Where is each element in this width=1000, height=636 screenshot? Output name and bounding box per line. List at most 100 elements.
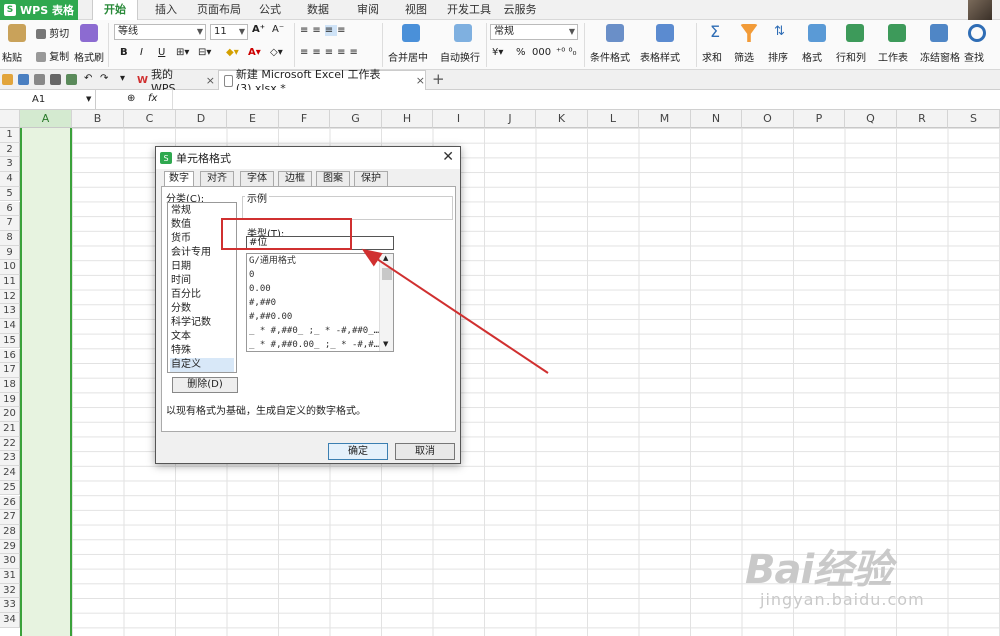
- tab-my-wps[interactable]: W 我的WPS ×: [133, 68, 215, 95]
- tab-number[interactable]: 数字: [164, 171, 194, 187]
- horizontal-align-icons[interactable]: ≡≡≡≡≡: [300, 47, 362, 58]
- redo-icon[interactable]: ↷: [100, 73, 108, 84]
- app-menu-button[interactable]: S WPS 表格: [0, 0, 78, 20]
- currency-icon[interactable]: ¥▾: [492, 47, 503, 58]
- thousands-icon[interactable]: 000: [532, 47, 551, 58]
- list-item[interactable]: 0: [249, 268, 379, 282]
- tab-border[interactable]: 边框: [278, 171, 312, 186]
- list-item[interactable]: 0.00: [249, 282, 379, 296]
- column-header[interactable]: M: [639, 110, 691, 128]
- row-header[interactable]: 22: [0, 436, 20, 452]
- close-icon[interactable]: ×: [206, 74, 215, 87]
- list-item[interactable]: 百分比: [170, 288, 234, 302]
- column-header[interactable]: N: [691, 110, 742, 128]
- column-header[interactable]: K: [536, 110, 588, 128]
- column-header[interactable]: B: [72, 110, 124, 128]
- grow-font-icon[interactable]: A⁺: [252, 24, 265, 35]
- list-item[interactable]: 时间: [170, 274, 234, 288]
- export-icon[interactable]: [34, 74, 45, 85]
- tab-data[interactable]: 数据: [298, 0, 338, 20]
- list-item[interactable]: #,##0: [249, 296, 379, 310]
- name-box[interactable]: A1 ▼: [0, 90, 96, 109]
- row-header[interactable]: 30: [0, 554, 20, 569]
- column-header[interactable]: P: [794, 110, 845, 128]
- column-header[interactable]: F: [279, 110, 330, 128]
- list-item[interactable]: 常规: [170, 204, 234, 218]
- fill-color-icon[interactable]: ◆▾: [226, 47, 239, 58]
- border-icon[interactable]: ⊞▾: [176, 47, 189, 58]
- clear-format-icon[interactable]: ◇▾: [270, 47, 283, 58]
- selected-column-a[interactable]: [20, 128, 72, 636]
- row-header[interactable]: 34: [0, 613, 20, 628]
- row-header[interactable]: 27: [0, 510, 20, 525]
- column-header[interactable]: S: [948, 110, 1000, 128]
- row-header[interactable]: 23: [0, 451, 20, 467]
- column-header[interactable]: R: [897, 110, 948, 128]
- tab-developer[interactable]: 开发工具: [442, 0, 496, 20]
- formula-input[interactable]: [172, 90, 1000, 109]
- tab-insert[interactable]: 插入: [146, 0, 186, 20]
- open-icon[interactable]: [2, 74, 13, 85]
- row-header[interactable]: 17: [0, 363, 20, 378]
- row-header[interactable]: 20: [0, 407, 20, 422]
- shrink-font-icon[interactable]: A⁻: [272, 24, 284, 35]
- tab-protection[interactable]: 保护: [354, 171, 388, 186]
- tab-workbook[interactable]: 新建 Microsoft Excel 工作表 (3).xlsx * ×: [218, 68, 426, 95]
- column-header[interactable]: Q: [845, 110, 897, 128]
- row-header[interactable]: 7: [0, 216, 20, 231]
- fx-icon[interactable]: fx: [148, 93, 157, 104]
- list-item[interactable]: _ * #,##0.00_ ;_ * -#,#…: [249, 338, 379, 351]
- row-header[interactable]: 29: [0, 539, 20, 555]
- list-item-selected[interactable]: 自定义: [170, 358, 234, 372]
- tab-review[interactable]: 审阅: [348, 0, 388, 20]
- italic-button[interactable]: I: [140, 47, 143, 58]
- row-header[interactable]: 4: [0, 172, 20, 187]
- tab-font[interactable]: 字体: [240, 171, 274, 186]
- list-item[interactable]: G/通用格式: [249, 254, 379, 268]
- merge-icon[interactable]: ⊟▾: [198, 47, 211, 58]
- scrollbar[interactable]: ▲ ▼: [379, 254, 393, 351]
- save-icon[interactable]: [18, 74, 29, 85]
- ok-button[interactable]: 确定: [328, 443, 388, 460]
- underline-button[interactable]: U: [158, 47, 165, 58]
- row-header[interactable]: 26: [0, 495, 20, 511]
- column-header[interactable]: L: [588, 110, 639, 128]
- column-header[interactable]: C: [124, 110, 176, 128]
- vertical-align-icons[interactable]: ≡≡≡≡: [300, 25, 350, 36]
- row-header[interactable]: 6: [0, 201, 20, 217]
- column-header[interactable]: A: [20, 110, 72, 128]
- chevron-up-icon[interactable]: ▲: [383, 254, 388, 262]
- list-item[interactable]: 科学记数: [170, 316, 234, 330]
- row-header[interactable]: 2: [0, 142, 20, 158]
- row-header[interactable]: 5: [0, 186, 20, 202]
- column-header[interactable]: G: [330, 110, 382, 128]
- close-icon[interactable]: ×: [416, 74, 425, 87]
- list-item[interactable]: 日期: [170, 260, 234, 274]
- row-header[interactable]: 21: [0, 422, 20, 437]
- tab-alignment[interactable]: 对齐: [200, 171, 234, 186]
- chevron-down-icon[interactable]: ▼: [383, 340, 388, 348]
- row-header[interactable]: 10: [0, 260, 20, 275]
- user-avatar[interactable]: [968, 0, 992, 20]
- cancel-button[interactable]: 取消: [395, 443, 455, 460]
- tab-home[interactable]: 开始: [92, 0, 138, 21]
- dialog-title-bar[interactable]: S 单元格格式 ✕: [156, 147, 460, 169]
- row-header[interactable]: 11: [0, 275, 20, 290]
- row-header[interactable]: 1: [0, 128, 20, 143]
- row-header[interactable]: 28: [0, 524, 20, 540]
- list-item[interactable]: #,##0.00: [249, 310, 379, 324]
- scrollbar-thumb[interactable]: [382, 268, 392, 280]
- tab-formulas[interactable]: 公式: [250, 0, 290, 20]
- column-header[interactable]: E: [227, 110, 279, 128]
- font-name-select[interactable]: 等线 ▼: [114, 24, 206, 40]
- column-header[interactable]: D: [176, 110, 227, 128]
- number-format-select[interactable]: 常规 ▼: [490, 24, 578, 40]
- percent-button[interactable]: %: [516, 47, 526, 58]
- list-item[interactable]: 文本: [170, 330, 234, 344]
- row-header[interactable]: 24: [0, 466, 20, 481]
- row-header[interactable]: 25: [0, 480, 20, 496]
- column-header[interactable]: J: [485, 110, 536, 128]
- font-color-icon[interactable]: A▾: [248, 47, 261, 58]
- row-header[interactable]: 12: [0, 289, 20, 305]
- list-item[interactable]: 特殊: [170, 344, 234, 358]
